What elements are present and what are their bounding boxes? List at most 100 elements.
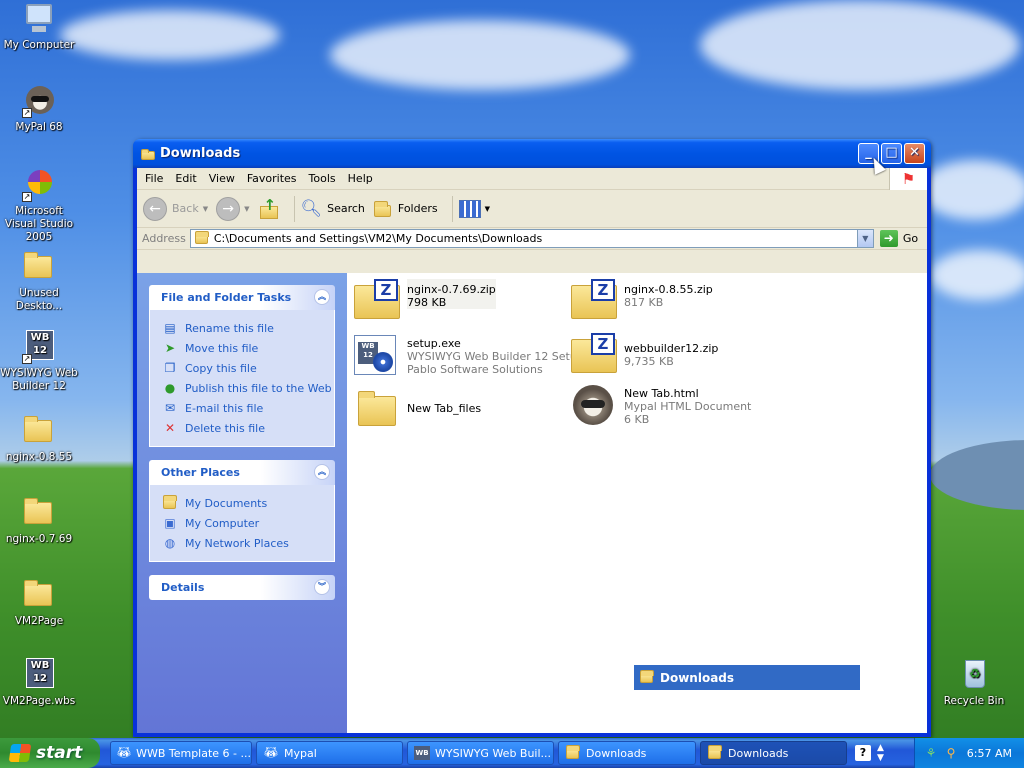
explorer-window: Downloads _ □ ✕ File Edit View Favorites… xyxy=(133,139,931,737)
task-label: E-mail this file xyxy=(185,401,264,415)
folders-button[interactable]: Folders xyxy=(373,200,438,218)
taskbar-button-active[interactable]: Downloads xyxy=(700,741,847,765)
raccoon-icon: 🦝︎ xyxy=(117,746,132,759)
folder-icon xyxy=(707,745,723,760)
raccoon-html-icon xyxy=(569,383,619,427)
webbuilder-icon: WB 12 ↗ xyxy=(22,330,56,364)
task-pane: File and Folder Tasks ︽ ▤ Rename this fil… xyxy=(137,273,347,733)
place-my-documents[interactable]: My Documents xyxy=(162,493,334,513)
desktop-icon-mypal[interactable]: ↗ MyPal 68 xyxy=(0,84,78,134)
desktop-icon-webbuilder[interactable]: WB 12 ↗ WYSIWYG Web Builder 12 xyxy=(0,330,78,393)
go-button[interactable]: ➜ Go xyxy=(879,230,918,247)
task-delete[interactable]: ✕ Delete this file xyxy=(162,418,334,438)
panel-header[interactable]: Other Places ︽ xyxy=(149,460,335,485)
start-button[interactable]: start xyxy=(0,738,100,768)
desktop-icon-nginx-0-8-55[interactable]: nginx-0.8.55 xyxy=(0,414,78,464)
folder-icon xyxy=(162,495,178,511)
file-item[interactable]: WB 12 setup.exe WYSIWYG Web Builder 12 Set… xyxy=(352,333,584,377)
task-label: My Documents xyxy=(185,496,268,510)
raccoon-icon: 🦝︎ xyxy=(264,746,278,759)
file-name: nginx-0.8.55.zip xyxy=(624,283,713,296)
search-tray-icon[interactable]: ⚲ xyxy=(943,745,959,761)
views-button[interactable]: ▼ xyxy=(458,199,490,218)
menu-favorites[interactable]: Favorites xyxy=(243,172,305,185)
desktop-icon-label: VM2Page.wbs xyxy=(2,695,76,707)
forward-arrow-icon: → xyxy=(216,196,241,221)
computer-icon xyxy=(22,2,56,36)
address-value: C:\Documents and Settings\VM2\My Documen… xyxy=(213,232,543,245)
file-item[interactable]: New Tab.html Mypal HTML Document 6 KB xyxy=(569,383,751,427)
task-copy[interactable]: ❐ Copy this file xyxy=(162,358,334,378)
window-titlebar[interactable]: Downloads _ □ ✕ xyxy=(133,139,931,168)
maximize-button[interactable]: □ xyxy=(881,143,902,164)
expand-icon[interactable]: ︾ xyxy=(314,579,330,595)
file-item[interactable]: New Tab_files xyxy=(352,388,481,432)
folder-icon xyxy=(22,414,56,448)
search-button[interactable]: 🔍︎ Search xyxy=(301,199,365,219)
taskbar-button[interactable]: 🦝︎ Mypal xyxy=(256,741,403,765)
task-move[interactable]: ➤ Move this file xyxy=(162,338,334,358)
desktop-icon-vm2page[interactable]: VM2Page xyxy=(0,578,78,628)
menu-bar: File Edit View Favorites Tools Help ⚑ xyxy=(137,168,927,190)
desktop-icon-label: Recycle Bin xyxy=(943,695,1005,707)
file-item[interactable]: Z nginx-0.7.69.zip 798 KB xyxy=(352,279,496,323)
task-publish[interactable]: ● Publish this file to the Web xyxy=(162,378,334,398)
desktop-icon-unused-desktop[interactable]: Unused Deskto... xyxy=(0,250,78,313)
file-detail: 798 KB xyxy=(407,296,447,309)
chevron-down-icon: ▼ xyxy=(244,204,250,213)
task-rename[interactable]: ▤ Rename this file xyxy=(162,318,334,338)
other-places-panel: Other Places ︽ My Documents ▣ My Computer… xyxy=(149,460,335,562)
task-label: My Computer xyxy=(185,516,260,530)
file-name: setup.exe xyxy=(407,337,461,350)
network-tray-icon[interactable]: ⚘ xyxy=(923,745,939,761)
panel-header[interactable]: Details ︾ xyxy=(149,575,335,600)
taskbar-button[interactable]: WB WYSIWYG Web Buil... xyxy=(407,741,554,765)
place-my-computer[interactable]: ▣ My Computer xyxy=(162,513,334,533)
file-list: Z nginx-0.7.69.zip 798 KB Z nginx-0.8.55.… xyxy=(347,273,927,733)
menu-help[interactable]: Help xyxy=(344,172,381,185)
folder-icon xyxy=(22,578,56,612)
drag-label-text: Downloads xyxy=(660,670,735,685)
desktop-icon-vm2page-wbs[interactable]: WB 12 VM2Page.wbs xyxy=(0,658,78,708)
panel-header[interactable]: File and Folder Tasks ︽ xyxy=(149,285,335,310)
forward-button[interactable]: → ▼ xyxy=(216,196,250,221)
window-title: Downloads xyxy=(160,146,241,161)
taskbar-button[interactable]: 🦝︎ WWB Template 6 - ... xyxy=(110,741,252,765)
desktop-icon-my-computer[interactable]: My Computer xyxy=(0,2,78,52)
help-icon[interactable]: ? xyxy=(855,745,871,761)
place-network[interactable]: ◍ My Network Places xyxy=(162,533,334,553)
desktop-icon-label: Unused Deskto... xyxy=(15,287,63,312)
chevron-down-icon[interactable]: ▼ xyxy=(856,230,873,247)
file-detail: Pablo Software Solutions xyxy=(407,363,543,376)
menu-file[interactable]: File xyxy=(141,172,171,185)
folder-icon xyxy=(352,388,402,432)
folder-icon xyxy=(565,745,581,760)
webbuilder-icon: WB xyxy=(414,746,430,760)
network-icon: ◍ xyxy=(164,536,176,550)
clock[interactable]: 6:57 AM xyxy=(967,747,1012,760)
back-arrow-icon: ← xyxy=(143,196,167,221)
desktop-icon-recycle-bin[interactable]: ♻ Recycle Bin xyxy=(935,658,1013,708)
collapse-icon[interactable]: ︽ xyxy=(314,464,330,480)
file-item[interactable]: Z nginx-0.8.55.zip 817 KB xyxy=(569,279,713,323)
up-folder-button[interactable]: ↑ xyxy=(258,196,280,220)
collapse-icon[interactable]: ︽ xyxy=(314,289,330,305)
address-input[interactable]: C:\Documents and Settings\VM2\My Documen… xyxy=(189,229,874,248)
task-label: Delete this file xyxy=(185,421,265,435)
task-email[interactable]: ✉ E-mail this file xyxy=(162,398,334,418)
panel-title: Other Places xyxy=(161,466,240,479)
file-item[interactable]: Z webbuilder12.zip 9,735 KB xyxy=(569,333,718,377)
taskbar-button-label: Downloads xyxy=(586,746,647,760)
menu-tools[interactable]: Tools xyxy=(305,172,344,185)
desktop-icon-visual-studio[interactable]: ↗ Microsoft Visual Studio 2005 xyxy=(0,168,78,244)
shortcut-arrow-icon: ↗ xyxy=(22,108,32,118)
taskbar-button[interactable]: Downloads xyxy=(558,741,696,765)
close-button[interactable]: ✕ xyxy=(904,143,925,164)
taskbar-scroll-icon[interactable]: ▲ ▼ xyxy=(877,743,884,763)
desktop-icon-nginx-0-7-69[interactable]: nginx-0.7.69 xyxy=(0,496,78,546)
windows-flag-icon xyxy=(8,744,32,762)
menu-edit[interactable]: Edit xyxy=(171,172,204,185)
menu-view[interactable]: View xyxy=(205,172,243,185)
back-button[interactable]: ← Back ▼ xyxy=(143,196,208,221)
file-detail: 9,735 KB xyxy=(624,355,674,368)
